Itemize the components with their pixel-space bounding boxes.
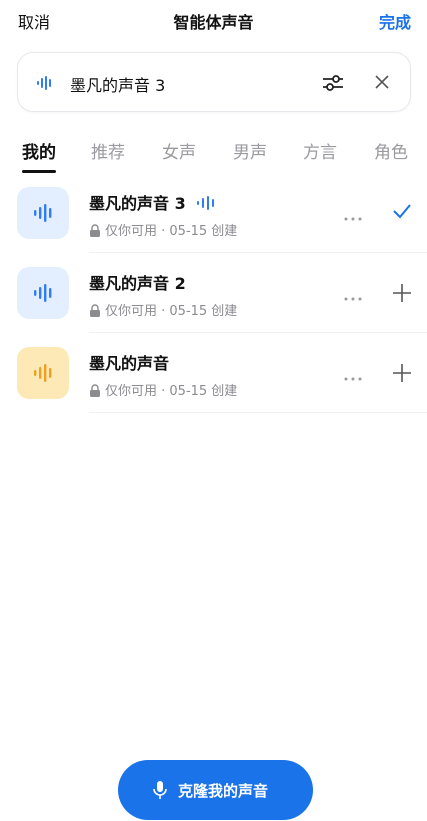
sound-wave-icon xyxy=(34,364,52,382)
voice-meta: 仅你可用 · 05-15 创建 xyxy=(89,300,237,321)
clone-voice-button[interactable]: 克隆我的声音 xyxy=(118,760,313,820)
voice-meta-text: 仅你可用 · 05-15 创建 xyxy=(105,384,238,399)
tab-recommended[interactable]: 推荐 xyxy=(91,138,125,163)
tab-female[interactable]: 女声 xyxy=(162,138,196,163)
add-icon[interactable] xyxy=(392,283,412,307)
voice-meta: 仅你可用 · 05-15 创建 xyxy=(89,380,237,401)
microphone-icon xyxy=(153,781,167,803)
sound-wave-icon xyxy=(34,284,52,302)
page-title: 智能体声音 xyxy=(173,13,254,32)
sound-wave-icon xyxy=(37,75,53,94)
selected-voice-card[interactable]: 墨凡的声音 3 xyxy=(17,52,411,112)
header: 取消 智能体声音 完成 xyxy=(0,0,427,40)
more-icon[interactable] xyxy=(343,287,363,306)
voice-name: 墨凡的声音 xyxy=(89,354,170,373)
voice-name: 墨凡的声音 3 xyxy=(89,194,186,213)
voice-list-item[interactable]: 墨凡的声音 2 仅你可用 · 05-15 创建 xyxy=(0,253,427,333)
lock-icon xyxy=(89,304,101,321)
lock-icon xyxy=(89,224,101,241)
more-icon[interactable] xyxy=(343,207,363,226)
tab-male[interactable]: 男声 xyxy=(233,138,267,163)
voice-list-item[interactable]: 墨凡的声音 仅你可用 · 05-15 创建 xyxy=(0,333,427,413)
voice-meta-text: 仅你可用 · 05-15 创建 xyxy=(105,304,238,319)
voice-meta-text: 仅你可用 · 05-15 创建 xyxy=(105,224,238,239)
sliders-icon[interactable] xyxy=(322,73,344,97)
voice-avatar xyxy=(17,187,69,239)
close-icon[interactable] xyxy=(373,73,391,95)
tab-character[interactable]: 角色 xyxy=(374,138,408,163)
voice-name-row: 墨凡的声音 3 xyxy=(89,190,215,214)
category-tabs: 我的 推荐 女声 男声 方言 角色 xyxy=(0,138,427,173)
lock-icon xyxy=(89,384,101,401)
voice-avatar xyxy=(17,347,69,399)
voice-avatar xyxy=(17,267,69,319)
voice-name: 墨凡的声音 2 xyxy=(89,274,186,293)
voice-list-item[interactable]: 墨凡的声音 3 仅你可用 · 05-15 创建 xyxy=(0,173,427,253)
selected-voice-name: 墨凡的声音 3 xyxy=(70,76,166,95)
done-button[interactable]: 完成 xyxy=(379,9,411,33)
sound-wave-icon xyxy=(34,204,52,222)
check-icon[interactable] xyxy=(392,203,412,223)
add-icon[interactable] xyxy=(392,363,412,387)
tab-mine[interactable]: 我的 xyxy=(22,138,56,163)
playing-wave-icon xyxy=(197,195,215,214)
voice-meta: 仅你可用 · 05-15 创建 xyxy=(89,220,237,241)
clone-voice-label: 克隆我的声音 xyxy=(178,782,269,800)
more-icon[interactable] xyxy=(343,367,363,386)
tab-dialect[interactable]: 方言 xyxy=(303,138,337,163)
divider xyxy=(89,412,427,413)
